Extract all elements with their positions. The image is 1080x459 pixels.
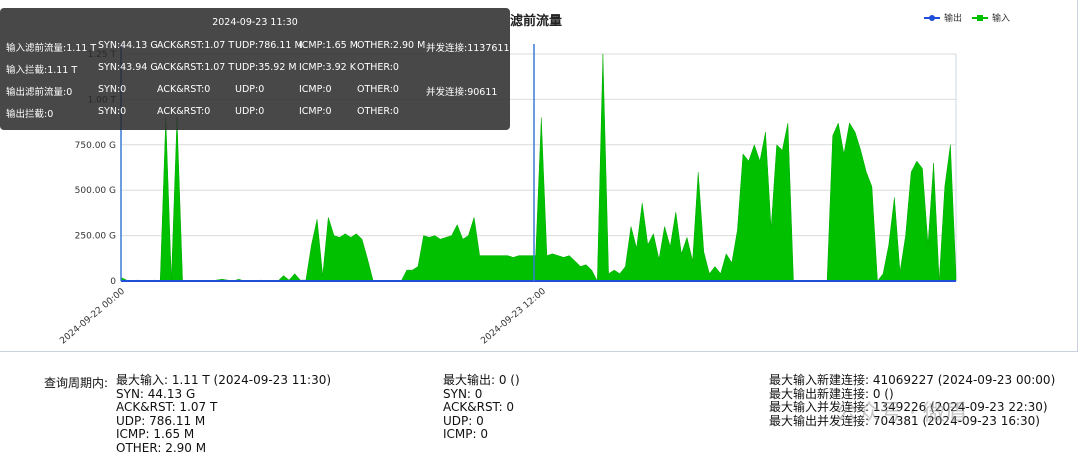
- tooltip-cell: OTHER:2.90 M: [357, 40, 426, 51]
- tooltip-cell: 并发连接:1137611: [426, 43, 510, 54]
- tooltip-cell: 输出滤前流量:0: [6, 87, 73, 98]
- x-tick-label: 2024-09-23 12:00: [479, 286, 548, 346]
- tooltip-cell: 并发连接:90611: [426, 87, 498, 98]
- stat-line: 最大输出: 0 (): [443, 373, 520, 387]
- tooltip-cell: UDP:0: [235, 106, 265, 117]
- stat-line: SYN: 0: [443, 386, 483, 401]
- tooltip-cell: UDP:35.92 M: [235, 62, 297, 73]
- tooltip-cell: SYN:0: [98, 84, 127, 95]
- x-tick-label: 2024-09-22 00:00: [58, 286, 127, 346]
- tooltip-cell: ACK&RST:0: [157, 106, 211, 117]
- tooltip-cell: OTHER:0: [357, 84, 399, 95]
- stat-line: ICMP: 0: [443, 427, 488, 441]
- legend-in-label[interactable]: 输入: [992, 11, 1010, 24]
- tooltip-cell: ACK&RST:0: [157, 84, 211, 95]
- x-axis-ticks: 2024-09-22 00:00 2024-09-23 12:00: [58, 286, 548, 346]
- tooltip-cell: OTHER:0: [357, 106, 399, 117]
- stats-output-column: 最大输出: 0 () SYN: 0 ACK&RST: 0 UDP: 0 ICMP: 0: [443, 373, 520, 442]
- watermark: 公众号 · 微盾: [836, 401, 967, 426]
- stat-line: ICMP: 1.65 M: [116, 427, 195, 441]
- tooltip-cell: UDP:0: [235, 84, 265, 95]
- legend-in-marker: [972, 14, 989, 21]
- chart-title: 滤前流量: [510, 14, 563, 29]
- legend-out-label[interactable]: 输出: [944, 11, 962, 24]
- tooltip-cell: OTHER:0: [357, 62, 399, 73]
- stat-line: 最大输入: 1.11 T (2024-09-23 11:30): [116, 373, 332, 387]
- tooltip-cell: ACK&RST:1.07 T: [157, 62, 235, 73]
- tooltip-cell: ICMP:3.92 K: [299, 62, 356, 73]
- stat-line: OTHER: 2.90 M: [116, 440, 207, 455]
- legend-out-marker: [924, 14, 940, 21]
- tooltip-cell: SYN:44.13 G: [98, 40, 158, 51]
- tooltip-cell: UDP:786.11 M: [235, 40, 303, 51]
- y-tick-label: 250.00 G: [75, 232, 116, 242]
- stat-line: 最大输入新建连接: 41069227 (2024-09-23 00:00): [769, 373, 1056, 387]
- tooltip-cell: 输入滤前流量:1.11 T: [6, 43, 97, 54]
- period-label: 查询周期内:: [44, 376, 109, 390]
- tooltip-cell: SYN:43.94 G: [98, 62, 158, 73]
- stat-line: UDP: 786.11 M: [116, 413, 206, 428]
- chart-tooltip: 2024-09-23 11:30 输入滤前流量:1.11 T SYN:44.13 …: [0, 8, 510, 130]
- tooltip-cell: 输入拦截:1.11 T: [6, 65, 78, 76]
- tooltip-time: 2024-09-23 11:30: [212, 17, 298, 28]
- tooltip-cell: 输出拦截:0: [6, 109, 54, 120]
- stats-input-column: 最大输入: 1.11 T (2024-09-23 11:30) SYN: 44.1…: [116, 373, 332, 455]
- stat-line: SYN: 44.13 G: [116, 386, 196, 401]
- stat-line: ACK&RST: 0: [443, 400, 515, 414]
- stat-line: ACK&RST: 1.07 T: [116, 400, 218, 414]
- tooltip-cell: ACK&RST:1.07 T: [157, 40, 235, 51]
- tooltip-cell: ICMP:1.65 M: [299, 40, 358, 51]
- tooltip-cell: SYN:0: [98, 106, 127, 117]
- chart-legend[interactable]: 输出 输入: [924, 11, 1010, 24]
- y-tick-label: 0: [110, 277, 116, 287]
- stat-line: UDP: 0: [443, 413, 484, 428]
- tooltip-cell: ICMP:0: [299, 106, 332, 117]
- y-tick-label: 500.00 G: [75, 186, 116, 196]
- tooltip-cell: ICMP:0: [299, 84, 332, 95]
- y-tick-label: 750.00 G: [75, 141, 116, 151]
